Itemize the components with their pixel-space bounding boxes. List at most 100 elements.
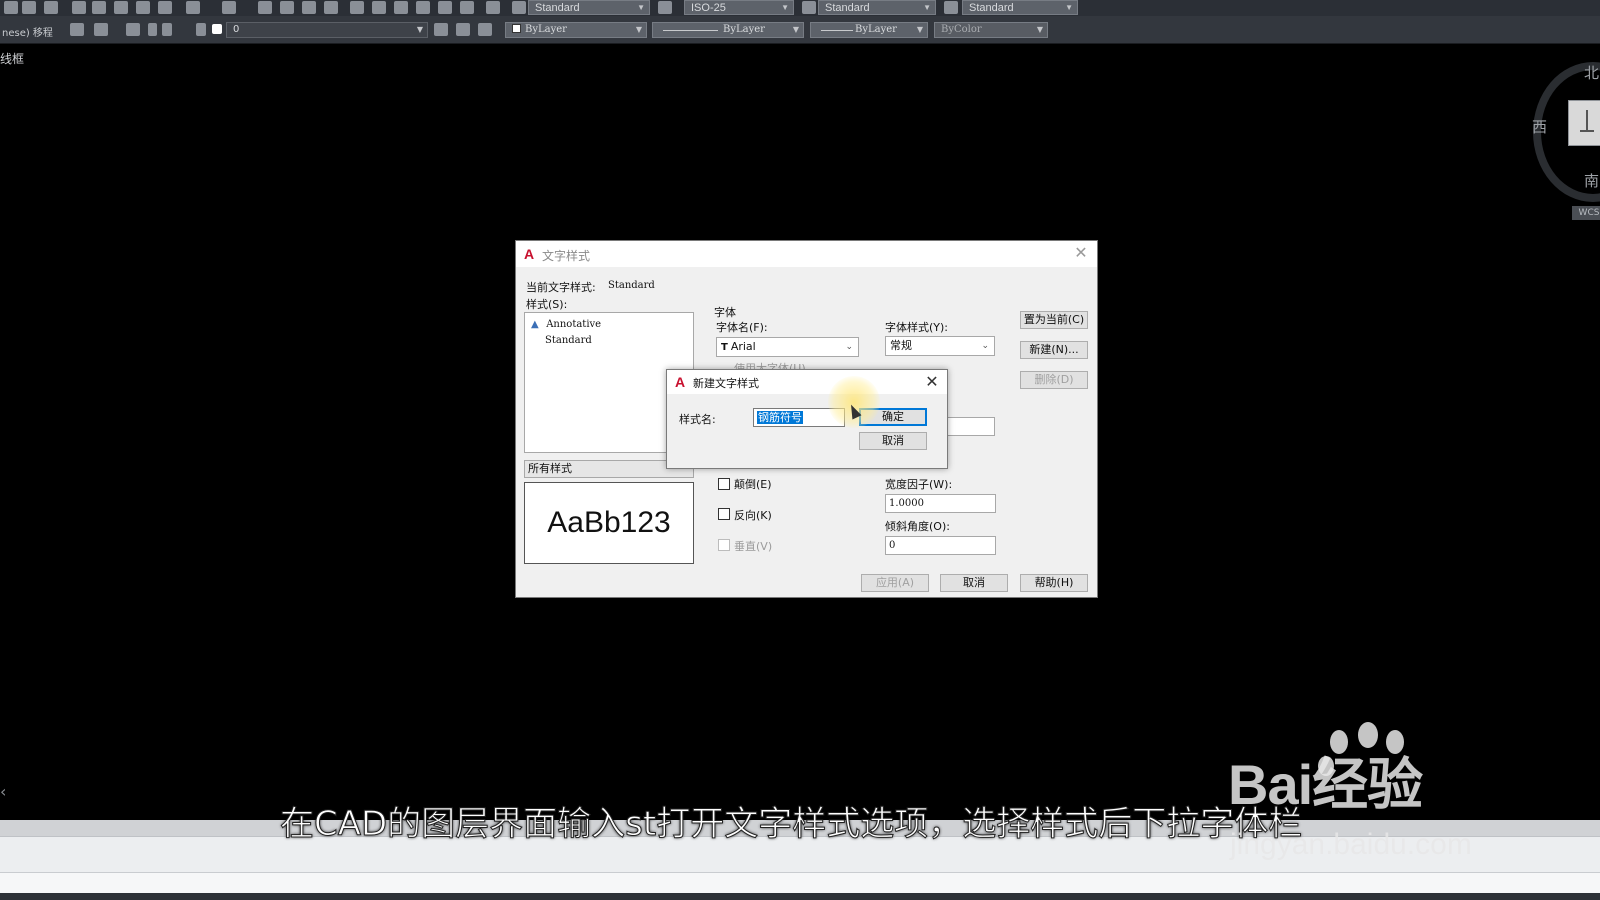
viewport-label[interactable]: 线框 xyxy=(0,50,24,67)
workspace-icon[interactable] xyxy=(94,23,108,36)
help-button[interactable]: 帮助(H) xyxy=(1020,574,1088,592)
viewcube[interactable] xyxy=(1568,100,1600,146)
dialog-titlebar[interactable]: A 文字样式 ✕ xyxy=(516,241,1097,267)
properties-icon[interactable] xyxy=(350,1,364,14)
cancel-button[interactable]: 取消 xyxy=(940,574,1008,592)
zoom-previous-icon[interactable] xyxy=(324,1,338,14)
oblique-angle-field[interactable]: 0 xyxy=(885,536,996,555)
brush-icon[interactable] xyxy=(158,1,172,14)
width-factor-field[interactable]: 1.0000 xyxy=(885,494,996,513)
dialog-title: 新建文字样式 xyxy=(693,377,759,390)
paste-icon[interactable] xyxy=(114,1,128,14)
gear-icon[interactable] xyxy=(70,23,84,36)
dim-style-combo[interactable]: ISO-25 ▼ xyxy=(684,0,794,15)
font-style-label: 字体样式(Y): xyxy=(885,321,949,334)
compass-north[interactable]: 北 xyxy=(1584,62,1599,83)
chevron-down-icon: ⌄ xyxy=(981,341,989,351)
color-combo[interactable]: ByLayer ▼ xyxy=(505,22,647,38)
table-style-combo[interactable]: Standard ▼ xyxy=(818,0,936,15)
plotstyle-value: ByColor xyxy=(941,24,982,35)
quick-access-toolbar: Standard ▼ ISO-25 ▼ Standard ▼ Standard ▼ xyxy=(0,0,1600,16)
cancel-button[interactable]: 取消 xyxy=(859,432,927,450)
list-item[interactable]: Standard xyxy=(545,333,592,346)
apply-button[interactable]: 应用(A) xyxy=(861,574,929,592)
compass-west[interactable]: 西 xyxy=(1532,116,1547,137)
cut-icon[interactable] xyxy=(72,1,86,14)
lineweight-combo[interactable]: ByLayer ▼ xyxy=(810,22,928,38)
text-style-icon[interactable] xyxy=(512,1,526,14)
compass-south[interactable]: 南 xyxy=(1584,170,1599,191)
vertical-checkbox[interactable] xyxy=(718,539,730,551)
height-field[interactable] xyxy=(946,417,995,436)
table-style-icon[interactable] xyxy=(802,1,816,14)
dialog-title: 文字样式 xyxy=(542,249,591,263)
dim-style-icon[interactable] xyxy=(658,1,672,14)
backwards-checkbox[interactable] xyxy=(718,508,730,520)
new-icon[interactable] xyxy=(4,1,18,14)
open-icon[interactable] xyxy=(22,1,36,14)
pan-icon[interactable] xyxy=(258,1,272,14)
layer-color-swatch xyxy=(212,24,222,34)
undo-icon[interactable] xyxy=(186,1,200,14)
new-style-button[interactable]: 新建(N)... xyxy=(1020,341,1088,359)
chevron-down-icon: ⌄ xyxy=(845,342,853,352)
wcs-menu[interactable]: WCS xyxy=(1572,206,1600,220)
lightbulb-icon[interactable] xyxy=(148,23,157,36)
chevron-down-icon: ▼ xyxy=(916,25,923,34)
copy-icon[interactable] xyxy=(92,1,106,14)
help-icon[interactable] xyxy=(486,1,500,14)
dialog-titlebar[interactable]: A 新建文字样式 ✕ xyxy=(667,370,947,394)
font-style-select[interactable]: 常规 ⌄ xyxy=(885,336,995,356)
color-swatch xyxy=(512,24,521,33)
save-icon[interactable] xyxy=(44,1,58,14)
text-style-value: Standard xyxy=(535,2,580,14)
calculator-icon[interactable] xyxy=(460,1,474,14)
lock-icon[interactable] xyxy=(196,23,206,36)
zoom-window-icon[interactable] xyxy=(302,1,316,14)
match-properties-icon[interactable] xyxy=(136,1,150,14)
linetype-preview xyxy=(663,30,718,31)
linetype-combo[interactable]: ByLayer ▼ xyxy=(652,22,804,38)
upside-down-checkbox[interactable] xyxy=(718,478,730,490)
set-current-button[interactable]: 置为当前(C) xyxy=(1020,311,1088,329)
layer-previous-icon[interactable] xyxy=(456,23,470,36)
make-current-icon[interactable] xyxy=(434,23,448,36)
list-item[interactable]: ▲ Annotative xyxy=(531,317,601,330)
text-style-combo[interactable]: Standard ▼ xyxy=(528,0,650,15)
plotstyle-combo[interactable]: ByColor ▼ xyxy=(934,22,1048,38)
redo-icon[interactable] xyxy=(222,1,236,14)
font-name-select[interactable]: T Arial ⌄ xyxy=(716,337,859,357)
mleader-style-icon[interactable] xyxy=(944,1,958,14)
oblique-angle-label: 倾斜角度(O): xyxy=(885,520,950,533)
close-icon[interactable]: ✕ xyxy=(1071,243,1091,263)
chevron-down-icon: ▼ xyxy=(416,25,423,34)
styles-label: 样式(S): xyxy=(526,298,568,311)
design-center-icon[interactable] xyxy=(372,1,386,14)
chevron-down-icon: ▼ xyxy=(923,3,931,12)
sun-icon[interactable] xyxy=(162,23,172,36)
font-group-label: 字体 xyxy=(714,306,736,319)
tool-palettes-icon[interactable] xyxy=(394,1,408,14)
chevron-left-icon[interactable]: ‹ xyxy=(0,782,6,801)
markup-icon[interactable] xyxy=(438,1,452,14)
vertical-label: 垂直(V) xyxy=(734,540,773,553)
font-name-label: 字体名(F): xyxy=(716,321,768,334)
new-text-style-dialog: A 新建文字样式 ✕ 样式名: 钢筋符号 确定 取消 xyxy=(666,369,948,469)
list-item-label: Annotative xyxy=(546,319,602,330)
layer-match-icon[interactable] xyxy=(478,23,492,36)
zoom-realtime-icon[interactable] xyxy=(280,1,294,14)
close-icon[interactable]: ✕ xyxy=(921,371,943,393)
layer-combo[interactable]: 0 ▼ xyxy=(226,22,428,38)
filter-value: 所有样式 xyxy=(528,462,572,475)
layer-manager-icon[interactable] xyxy=(126,23,140,36)
sheet-set-icon[interactable] xyxy=(416,1,430,14)
linetype-value: ByLayer xyxy=(723,24,765,35)
annotative-icon: ▲ xyxy=(531,319,539,330)
workspace-label[interactable]: nese) 移程 xyxy=(2,24,53,39)
chevron-down-icon: ▼ xyxy=(1036,25,1043,34)
font-name-value: Arial xyxy=(730,340,756,353)
current-style-label: 当前文字样式: xyxy=(526,281,596,294)
mleader-style-combo[interactable]: Standard ▼ xyxy=(962,0,1078,15)
truetype-icon: T xyxy=(721,342,728,353)
delete-style-button[interactable]: 删除(D) xyxy=(1020,371,1088,389)
